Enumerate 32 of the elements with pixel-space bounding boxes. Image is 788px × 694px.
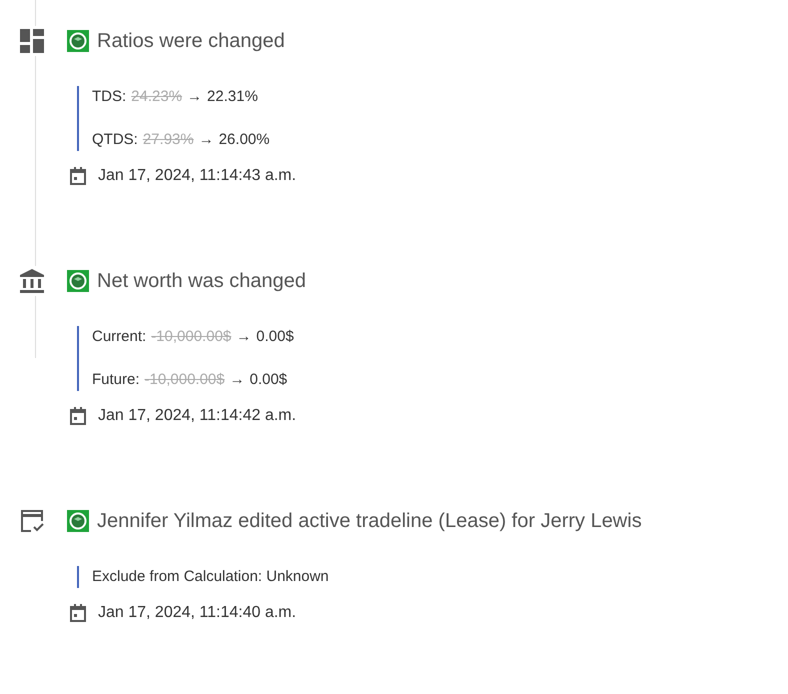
grid-icon (20, 29, 44, 53)
new-value: 0.00$ (256, 328, 294, 345)
arrow-text: → (236, 328, 252, 345)
arrow-text: → (198, 131, 214, 148)
calendar-icon (70, 407, 86, 425)
new-value: 0.00$ (250, 371, 288, 388)
avatar-icon (67, 510, 89, 532)
change-label: TDS: (92, 88, 126, 105)
change-label: QTDS: (92, 131, 138, 148)
timestamp: Jan 17, 2024, 11:14:40 a.m. (98, 604, 296, 622)
timestamp: Jan 17, 2024, 11:14:43 a.m. (98, 167, 296, 185)
bank-icon (20, 269, 44, 293)
calendar-icon (70, 167, 86, 185)
entry-title: Net worth was changed (97, 270, 306, 292)
arrow-text: → (187, 88, 202, 105)
change-label: Future: (92, 371, 140, 388)
new-value: 22.31% (207, 88, 258, 105)
avatar-icon (67, 30, 89, 52)
old-value: 24.23% (131, 88, 182, 105)
card-check-icon (20, 509, 44, 533)
arrow-text: → (230, 371, 245, 388)
old-value: -10,000.00$ (144, 371, 225, 388)
old-value: -10,000.00$ (151, 328, 232, 345)
new-value: 26.00% (218, 131, 270, 148)
calendar-icon (70, 604, 86, 622)
change-label: Current: (92, 328, 146, 345)
entry-title: Jennifer Yilmaz edited active tradeline (Lease) for Jerry Lewis (97, 510, 642, 532)
timestamp: Jan 17, 2024, 11:14:42 a.m. (98, 407, 296, 425)
entry-title: Ratios were changed (97, 30, 285, 52)
change-text: Exclude from Calculation: Unknown (92, 567, 330, 587)
old-value: 27.93% (142, 131, 194, 148)
avatar-icon (67, 270, 89, 292)
